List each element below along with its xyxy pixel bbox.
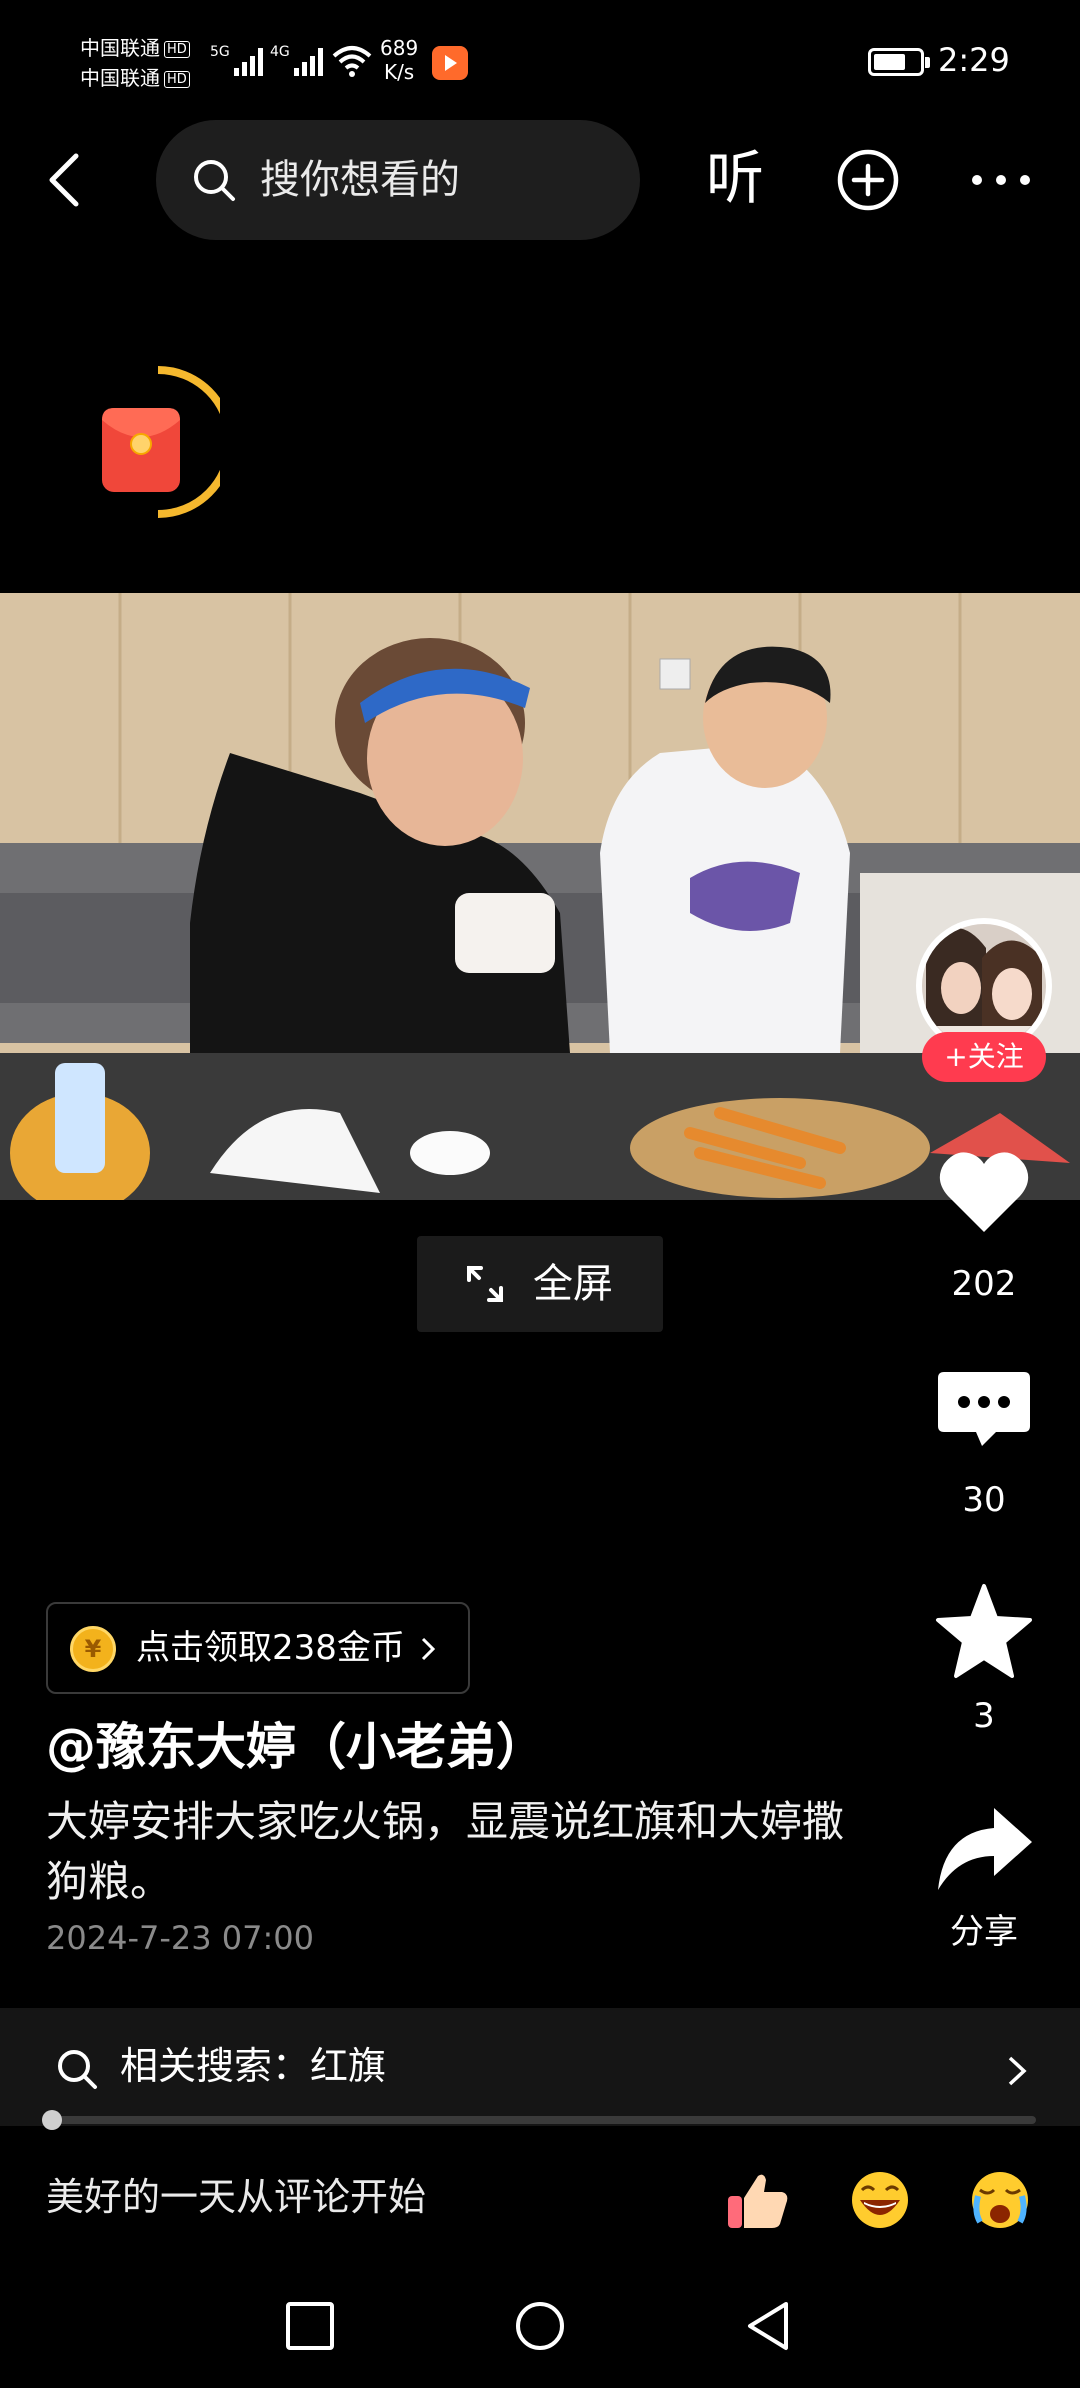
video-progress-bar[interactable]	[42, 2110, 1036, 2130]
net-5g-text: 5G	[210, 44, 230, 60]
comment-count: 30	[962, 1480, 1006, 1520]
red-packet-icon[interactable]	[96, 364, 220, 520]
signal-5g-icon: 5G	[210, 44, 263, 76]
wifi-icon	[332, 46, 372, 77]
chevron-right-icon	[1008, 2056, 1027, 2086]
related-search-bar[interactable]: 相关搜索：红旗	[0, 2008, 1080, 2126]
heart-icon[interactable]	[934, 1144, 1034, 1244]
star-icon[interactable]	[934, 1582, 1034, 1682]
search-icon	[194, 160, 235, 201]
back-arrow-icon[interactable]	[40, 150, 90, 210]
more-options-icon[interactable]	[970, 168, 1032, 192]
share-arrow-icon[interactable]	[934, 1800, 1034, 1900]
speed-value: 689	[380, 36, 419, 60]
listen-button[interactable]: 听	[706, 142, 764, 214]
favorite-count: 3	[973, 1696, 995, 1736]
carrier-1-name: 中国联通	[80, 36, 160, 60]
crying-emoji-icon[interactable]	[966, 2168, 1034, 2232]
hd-badge-2: HD	[164, 71, 190, 88]
recent-apps-icon[interactable]	[282, 2298, 338, 2354]
network-speed: 689 K/s	[380, 36, 418, 84]
clock: 2:29	[938, 41, 1010, 79]
claim-coins-text: 点击领取238金币	[136, 1628, 405, 1668]
expand-icon	[467, 1266, 503, 1302]
add-icon[interactable]	[836, 148, 900, 212]
app-notification-icon	[432, 46, 468, 80]
thumbs-up-emoji-icon[interactable]	[724, 2168, 792, 2232]
signal-4g-icon: 4G	[270, 44, 323, 76]
carrier-1: 中国联通 HD	[80, 36, 190, 60]
laughing-emoji-icon[interactable]	[846, 2168, 914, 2232]
battery-icon	[868, 48, 930, 76]
comment-input[interactable]: 美好的一天从评论开始	[46, 2172, 426, 2222]
comment-icon[interactable]	[934, 1362, 1034, 1462]
chevron-right-icon	[421, 1637, 435, 1661]
home-icon[interactable]	[512, 2298, 568, 2354]
video-player[interactable]	[0, 593, 1080, 1200]
related-search-label: 相关搜索：红旗	[120, 2044, 387, 2088]
net-4g-text: 4G	[270, 44, 290, 60]
claim-coins-label: 点击领取238金币	[136, 1626, 436, 1670]
coin-icon: ¥	[70, 1626, 116, 1672]
post-description: 大婷安排大家吃火锅，显震说红旗和大婷撒狗粮。	[46, 1797, 845, 1906]
progress-knob[interactable]	[42, 2110, 62, 2130]
search-icon	[58, 2050, 97, 2089]
speed-unit: K/s	[383, 60, 415, 84]
hd-badge-1: HD	[164, 41, 190, 58]
search-input[interactable]: 搜你想看的	[156, 120, 640, 240]
carrier-2: 中国联通 HD	[80, 66, 190, 90]
fullscreen-label: 全屏	[533, 1261, 613, 1307]
like-count: 202	[951, 1264, 1017, 1304]
video-frame	[0, 593, 1080, 1200]
fullscreen-button[interactable]: 全屏	[417, 1236, 663, 1332]
follow-button[interactable]: +关注	[922, 1032, 1046, 1082]
author-name[interactable]: @豫东大婷（小老弟）	[46, 1712, 546, 1782]
nav-back-icon[interactable]	[742, 2298, 798, 2354]
claim-coins-button[interactable]: ¥ 点击领取238金币	[46, 1602, 470, 1694]
share-label[interactable]: 分享	[900, 1912, 1068, 1952]
carrier-2-name: 中国联通	[80, 66, 160, 90]
status-bar: 中国联通 HD 中国联通 HD 5G 4G 689 K/s 2:29	[0, 0, 1080, 120]
search-placeholder: 搜你想看的	[260, 157, 460, 203]
post-date: 2024-7-23 07:00	[46, 1919, 314, 1957]
